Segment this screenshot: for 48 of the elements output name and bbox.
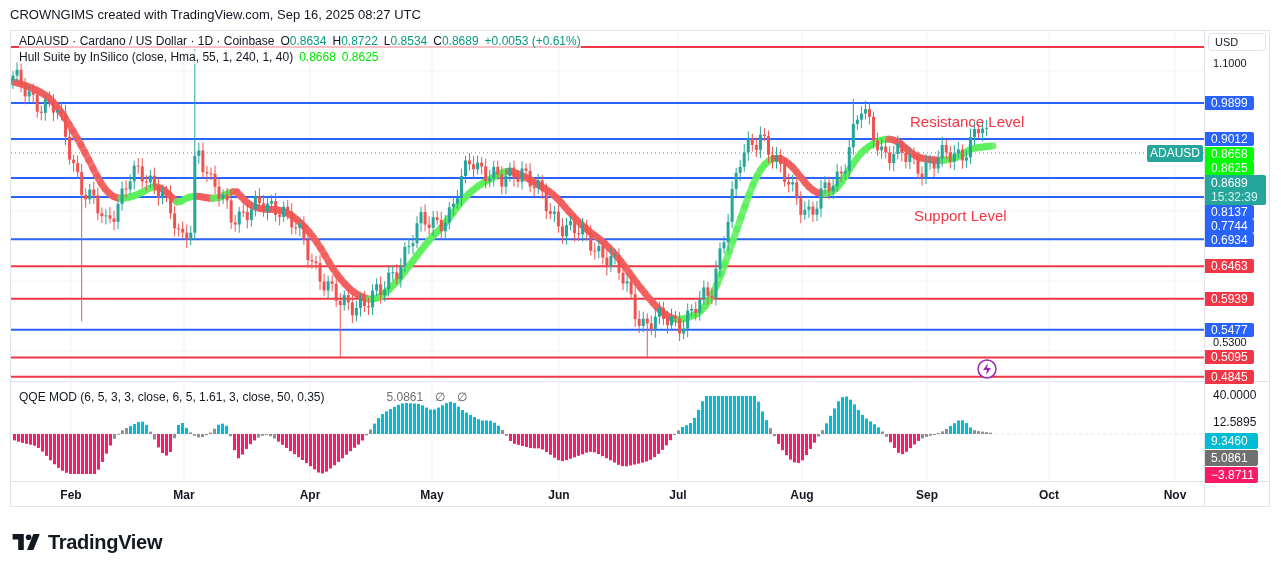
- indicator-value: 0.8625: [341, 50, 379, 64]
- oscillator-tick: 40.0000: [1213, 388, 1257, 402]
- ohlc-value: C0.8689: [433, 34, 479, 48]
- currency-button[interactable]: USD: [1208, 33, 1266, 51]
- month-label: Nov: [1163, 487, 1187, 504]
- last-price: 0.8689: [1211, 175, 1249, 190]
- resistance-label: Resistance Level: [910, 112, 1025, 132]
- logo-icon: [12, 534, 42, 550]
- oscillator-label: 5.0861: [1205, 450, 1258, 466]
- month-label: May: [420, 487, 444, 504]
- price-tick: 0.5300: [1213, 336, 1247, 349]
- empty-value-symbol: ∅: [457, 390, 468, 404]
- ohlc-value: H0.8722: [332, 34, 378, 48]
- oscillator-label: 9.3460: [1205, 433, 1258, 449]
- countdown: 15:32:39: [1211, 189, 1259, 204]
- price-label: 0.5095: [1205, 350, 1254, 365]
- price-label: 0.4845: [1205, 369, 1254, 384]
- header-text: CROWNGIMS created with TradingView.com, Sep 16, 2025 08:27 UTC: [10, 6, 421, 25]
- month-label: Feb: [60, 487, 82, 504]
- oscillator-label: −3.8711: [1205, 467, 1258, 483]
- price-change: +0.0053 (+0.61%): [484, 34, 581, 48]
- support-label: Support Level: [914, 206, 1007, 226]
- month-label: Jun: [548, 487, 570, 504]
- month-label: Sep: [916, 487, 938, 504]
- oscillator-tick: 12.5895: [1213, 415, 1257, 429]
- lightning-icon[interactable]: [977, 359, 997, 379]
- indicator-value: 0.8668: [299, 50, 336, 64]
- price-label: 0.8668: [1205, 146, 1254, 161]
- ohlc-value: L0.8534: [383, 34, 428, 48]
- month-label: Aug: [790, 487, 814, 504]
- month-label: Oct: [1039, 487, 1059, 504]
- symbol-title: ADAUSD · Cardano / US Dollar · 1D · Coinbase: [19, 34, 275, 48]
- month-label: Jul: [669, 487, 687, 504]
- symbol-tag: ADAUSD: [1147, 144, 1203, 162]
- price-label: 0.6463: [1205, 259, 1254, 274]
- price-tick: 1.1000: [1213, 56, 1247, 69]
- oscillator-title: QQE MOD (6, 5, 3, 3, close, 6, 5, 1.61, 3, close, 50, 0.35): [19, 390, 325, 404]
- brand-name: TradingView: [48, 530, 163, 555]
- month-label: Apr: [299, 487, 321, 504]
- ohlc-value: O0.8634: [280, 34, 327, 48]
- month-label: Mar: [173, 487, 195, 504]
- price-label: 0.5939: [1205, 291, 1254, 306]
- price-label: 0.9899: [1205, 96, 1254, 110]
- oscillator-value: 5.0861: [386, 390, 424, 404]
- empty-value-symbol: ∅: [435, 390, 446, 404]
- price-label: 0.5477: [1205, 322, 1254, 337]
- indicator-title: Hull Suite by InSilico (close, Hma, 55, 1, 240, 1, 40): [19, 50, 294, 64]
- price-label: 0.9012: [1205, 131, 1254, 146]
